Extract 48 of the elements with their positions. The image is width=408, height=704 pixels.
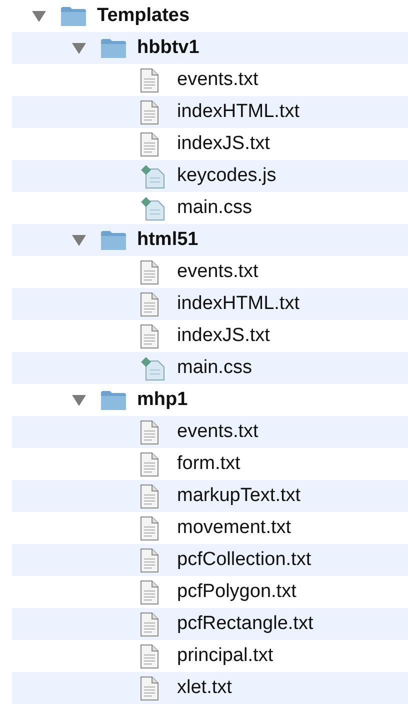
folder-name: Templates	[97, 5, 190, 27]
text-file-icon	[140, 260, 159, 284]
text-file-icon	[140, 676, 159, 700]
file-name: indexJS.txt	[177, 133, 270, 155]
disclosure-triangle-icon[interactable]	[72, 234, 86, 246]
disclosure-triangle-icon[interactable]	[72, 394, 86, 406]
folder-icon	[100, 390, 127, 410]
text-file-icon	[140, 420, 159, 444]
file-name: pcfPolygon.txt	[177, 581, 296, 603]
text-file-icon	[140, 132, 159, 156]
text-file-icon	[140, 452, 159, 476]
text-file-icon	[140, 580, 159, 604]
file-name: events.txt	[177, 69, 258, 91]
file-name: keycodes.js	[177, 165, 276, 187]
file-name: events.txt	[177, 261, 258, 283]
folder-name: mhp1	[137, 389, 188, 411]
folder-icon	[100, 38, 127, 58]
file-name: main.css	[177, 357, 252, 379]
text-file-icon	[140, 68, 159, 92]
text-file-icon	[140, 548, 159, 572]
file-name: form.txt	[177, 453, 240, 475]
file-name: pcfRectangle.txt	[177, 613, 314, 635]
file-name: events.txt	[177, 421, 258, 443]
file-name: movement.txt	[177, 517, 292, 539]
disclosure-triangle-icon[interactable]	[32, 10, 46, 22]
script-file-icon	[140, 164, 165, 188]
text-file-icon	[140, 516, 159, 540]
file-name: pcfCollection.txt	[177, 549, 312, 571]
file-name: xlet.txt	[177, 677, 232, 699]
folder-name: html51	[137, 229, 198, 251]
text-file-icon	[140, 292, 159, 316]
file-name: markupText.txt	[177, 485, 301, 507]
text-file-icon	[140, 612, 159, 636]
script-file-icon	[140, 196, 165, 220]
file-name: principal.txt	[177, 645, 274, 667]
text-file-icon	[140, 324, 159, 348]
text-file-icon	[140, 644, 159, 668]
file-name: indexHTML.txt	[177, 293, 300, 315]
folder-name: hbbtv1	[137, 37, 200, 59]
script-file-icon	[140, 356, 165, 380]
file-name: main.css	[177, 197, 252, 219]
text-file-icon	[140, 484, 159, 508]
file-name: indexJS.txt	[177, 325, 270, 347]
folder-icon	[60, 6, 87, 26]
text-file-icon	[140, 100, 159, 124]
folder-icon	[100, 230, 127, 250]
file-name: indexHTML.txt	[177, 101, 300, 123]
disclosure-triangle-icon[interactable]	[72, 42, 86, 54]
